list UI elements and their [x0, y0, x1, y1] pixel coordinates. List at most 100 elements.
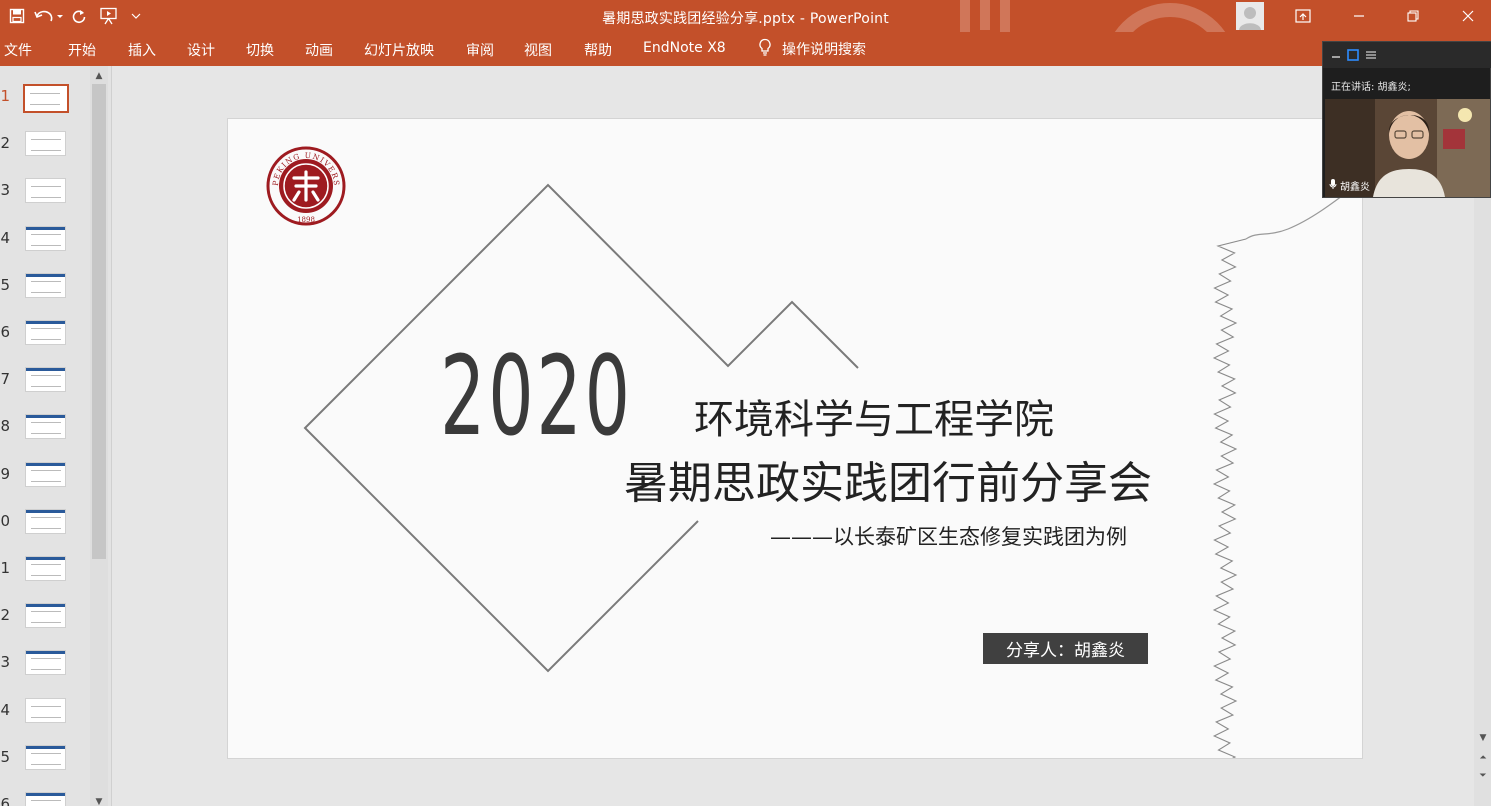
thumbnail-header-bar: [26, 462, 65, 466]
next-slide-icon[interactable]: ⏷: [1474, 768, 1491, 784]
thumbnail-content: [31, 658, 61, 671]
participant-nametag: 胡鑫炎: [1329, 178, 1370, 193]
slide-thumbnail[interactable]: [25, 320, 66, 345]
slide-thumbnail[interactable]: [25, 792, 66, 806]
video-toolbar: [1323, 42, 1491, 68]
minimize-video-icon[interactable]: [1331, 46, 1341, 65]
thumbnail-number: 4: [0, 228, 10, 247]
participant-name: 胡鑫炎: [1340, 182, 1370, 193]
thumbnail-number: 1: [0, 87, 10, 105]
tab-insert[interactable]: 插入: [128, 40, 156, 60]
thumbnail-content: [31, 469, 61, 482]
tab-help[interactable]: 帮助: [584, 40, 612, 60]
slide-thumbnail[interactable]: [25, 508, 66, 534]
slide-subtitle: ———以长泰矿区生态修复实践团为例: [770, 525, 1127, 549]
tab-home[interactable]: 开始: [68, 40, 96, 60]
tab-endnote[interactable]: EndNote X8: [643, 40, 726, 56]
thumbnail-content: [30, 93, 60, 105]
scroll-down-icon[interactable]: ▼: [1474, 730, 1491, 746]
lightbulb-icon: [758, 38, 772, 60]
thumbnail-header-bar: [26, 321, 65, 324]
thumbnail-number: 6: [0, 323, 10, 341]
thumbnail-content: [31, 186, 61, 199]
tab-view[interactable]: 视图: [524, 40, 552, 60]
slide-year: 2020: [440, 332, 633, 460]
thumbnail-number: 4: [0, 700, 10, 719]
thumbnail-number: 1: [0, 559, 10, 577]
thumbnail-scrollbar[interactable]: ▲ ▼: [90, 66, 108, 806]
slide-thumbnail[interactable]: [25, 744, 66, 770]
restore-icon[interactable]: [1390, 0, 1436, 32]
slide-thumbnail[interactable]: [25, 225, 66, 251]
slide-thumbnail[interactable]: [25, 461, 66, 487]
thumbnail-content: [31, 328, 61, 340]
slide-thumbnail[interactable]: [25, 414, 66, 440]
thumbnail-content: [31, 139, 61, 152]
thumbnail-content: [31, 705, 61, 718]
title-bar: 暑期思政实践团经验分享.pptx - PowerPoint: [0, 0, 1491, 32]
thumbnail-number: 3: [0, 181, 10, 200]
active-speaker-label: 正在讲话: 胡鑫炎;: [1331, 82, 1411, 93]
slide-thumbnail[interactable]: [25, 131, 66, 157]
thumbnail-number: 6: [0, 795, 10, 806]
thumbnail-number: 0: [0, 511, 10, 530]
thumbnail-header-bar: [26, 226, 65, 230]
tab-review[interactable]: 审阅: [466, 40, 494, 60]
thumbnail-content: [31, 280, 61, 293]
video-call-window[interactable]: 正在讲话: 胡鑫炎; 胡鑫炎: [1322, 41, 1491, 198]
slide-thumbnail[interactable]: [25, 697, 66, 723]
slide-title-line-1: 环境科学与工程学院: [694, 397, 1054, 443]
scroll-up-icon[interactable]: ▲: [90, 68, 108, 84]
tab-animations[interactable]: 动画: [305, 40, 333, 60]
microphone-icon: [1329, 178, 1337, 193]
thumbnail-content: [31, 516, 61, 529]
thumbnail-content: [31, 233, 61, 246]
slide-thumbnail[interactable]: [25, 178, 66, 204]
slide-thumbnail[interactable]: [23, 84, 69, 113]
thumbnail-header-bar: [26, 509, 65, 513]
tab-file[interactable]: 文件: [4, 40, 32, 60]
thumbnail-header-bar: [26, 273, 65, 277]
thumbnail-number: 7: [0, 370, 10, 389]
slide-thumbnail[interactable]: [25, 367, 66, 393]
slide-thumbnail[interactable]: [25, 556, 66, 581]
thumbnail-header-bar: [26, 745, 65, 749]
tab-slideshow[interactable]: 幻灯片放映: [364, 40, 434, 60]
thumbnail-header-bar: [26, 793, 65, 796]
current-slide[interactable]: PEKING UNIVERSITY 1898 2020 环境科学与工程学院 暑期…: [228, 119, 1362, 758]
tell-me-label: 操作说明搜索: [782, 42, 866, 58]
slide-thumbnail[interactable]: [25, 650, 66, 676]
slide-thumbnail[interactable]: [25, 603, 66, 629]
ribbon-tabs: 文件 开始 插入 设计 切换 动画 幻灯片放映 审阅 视图 帮助 EndNote…: [0, 32, 1491, 66]
peking-university-seal: PEKING UNIVERSITY 1898: [262, 139, 346, 230]
menu-icon[interactable]: [1365, 46, 1377, 65]
ribbon-display-options-icon[interactable]: [1280, 0, 1326, 32]
thumbnail-content: [31, 611, 61, 624]
tab-design[interactable]: 设计: [187, 40, 215, 60]
tab-transitions[interactable]: 切换: [246, 40, 274, 60]
thumbnail-header-bar: [26, 557, 65, 560]
presenter-label: 分享人：胡鑫炎: [983, 633, 1148, 664]
thumbnail-number: 5: [0, 275, 10, 294]
tell-me-search[interactable]: 操作说明搜索: [758, 38, 866, 60]
thumbnail-content: [31, 564, 61, 576]
thumbnail-header-bar: [26, 415, 65, 419]
thumbnail-header-bar: [26, 651, 65, 655]
thumbnail-number: 8: [0, 417, 10, 436]
thumbnail-header-bar: [26, 368, 65, 372]
scroll-down-icon[interactable]: ▼: [90, 794, 108, 806]
thumbnail-number: 9: [0, 464, 10, 483]
thumbnail-content: [31, 422, 61, 435]
close-icon[interactable]: [1445, 0, 1491, 32]
seal-year: 1898: [297, 216, 315, 224]
account-avatar-icon[interactable]: [1228, 0, 1272, 32]
scrollbar-thumb[interactable]: [92, 84, 106, 559]
window-mode-icon[interactable]: [1347, 46, 1359, 65]
thumbnail-number: 3: [0, 653, 10, 672]
powerpoint-window: 暑期思政实践团经验分享.pptx - PowerPoint 文件 开始 插入 设…: [0, 0, 1491, 806]
previous-slide-icon[interactable]: ⏶: [1474, 750, 1491, 766]
thumbnail-header-bar: [26, 604, 65, 608]
thumbnail-content: [31, 375, 61, 388]
minimize-icon[interactable]: [1336, 0, 1382, 32]
slide-thumbnail[interactable]: [25, 272, 66, 298]
